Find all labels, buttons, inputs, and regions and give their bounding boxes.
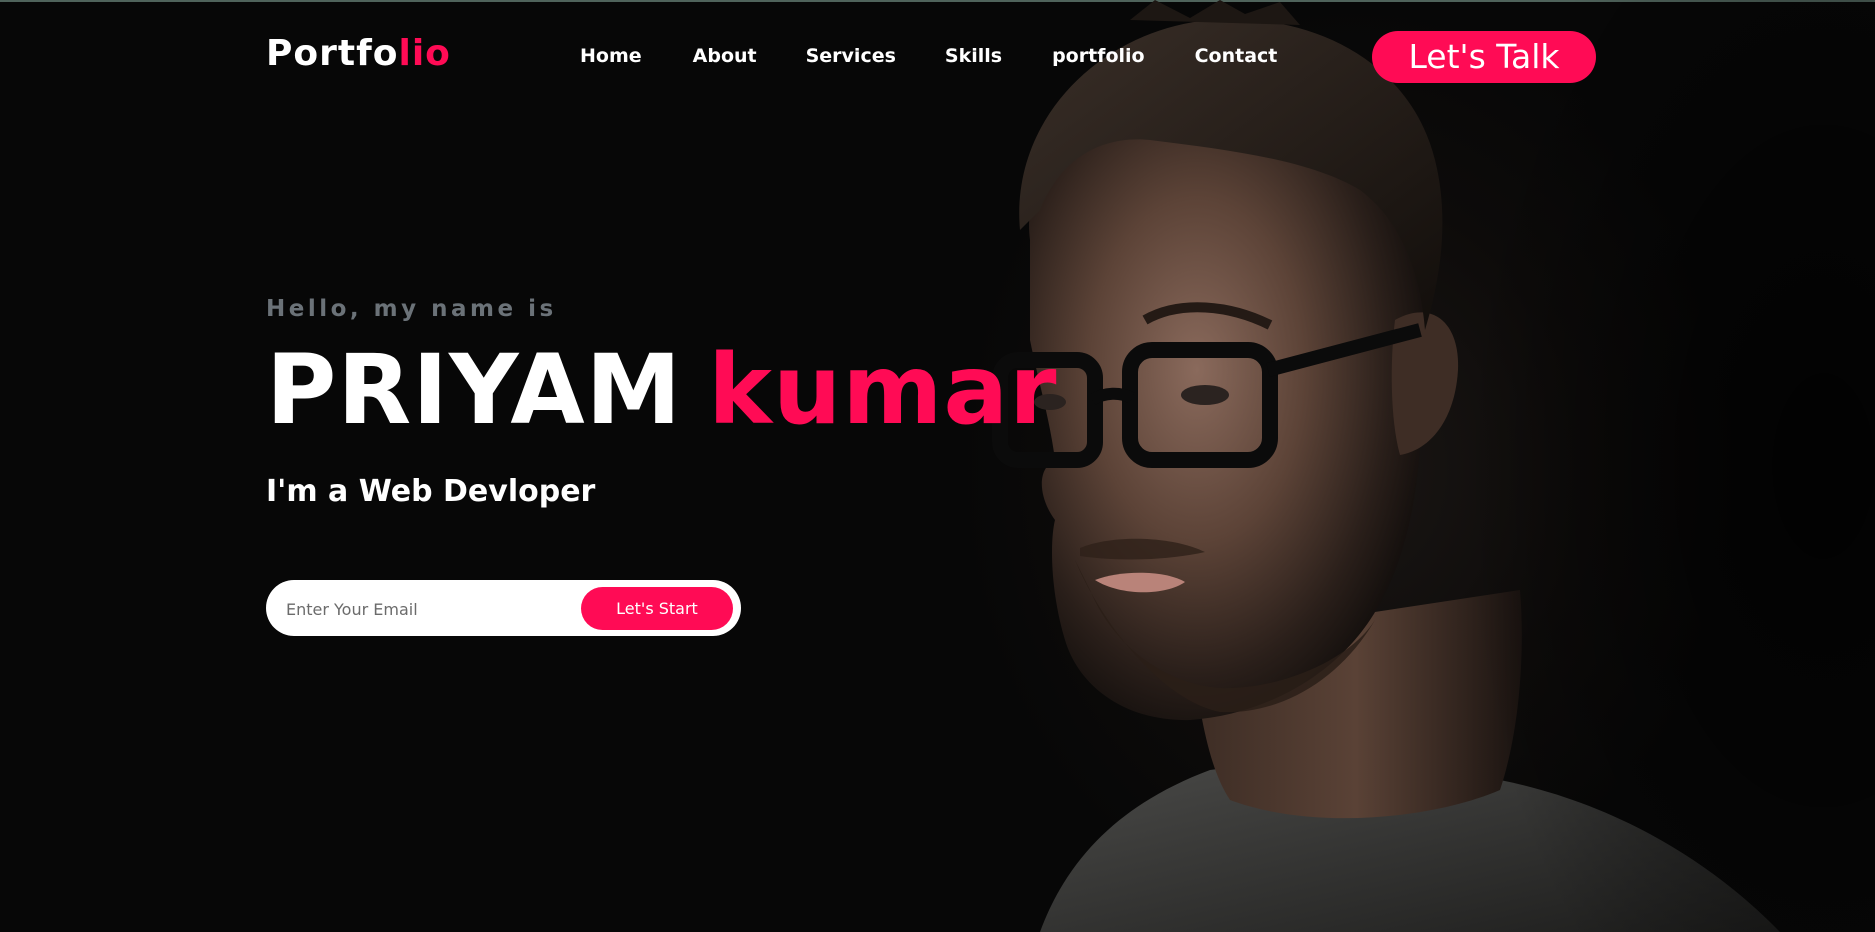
nav-menu: Home About Services Skills portfolio Con…	[580, 42, 1277, 70]
hero-portrait-image	[992, 0, 1875, 932]
hero-greeting: Hello, my name is	[266, 296, 557, 322]
nav-link-about[interactable]: About	[693, 42, 757, 70]
email-signup-form: Let's Start	[266, 580, 741, 636]
hero-last-name: kumar	[708, 334, 1058, 446]
top-navigation: Portfolio Home About Services Skills por…	[0, 0, 1875, 112]
nav-link-home[interactable]: Home	[580, 42, 642, 70]
hero-name: PRIYAM kumar	[266, 330, 1058, 450]
nav-link-portfolio[interactable]: portfolio	[1052, 42, 1145, 70]
nav-link-contact[interactable]: Contact	[1195, 42, 1278, 70]
logo-text: Portfo	[266, 33, 399, 74]
nav-link-skills[interactable]: Skills	[945, 42, 1002, 70]
nav-link-services[interactable]: Services	[806, 42, 896, 70]
portfolio-page: Portfolio Home About Services Skills por…	[0, 0, 1875, 932]
hero-first-name: PRIYAM	[266, 334, 683, 446]
email-input[interactable]	[284, 588, 578, 630]
logo-text-accent: lio	[398, 33, 451, 74]
site-logo[interactable]: Portfolio	[266, 30, 451, 78]
lets-talk-button[interactable]: Let's Talk	[1372, 31, 1596, 83]
hero-role: I'm a Web Devloper	[266, 474, 596, 509]
lets-start-button[interactable]: Let's Start	[581, 587, 733, 630]
